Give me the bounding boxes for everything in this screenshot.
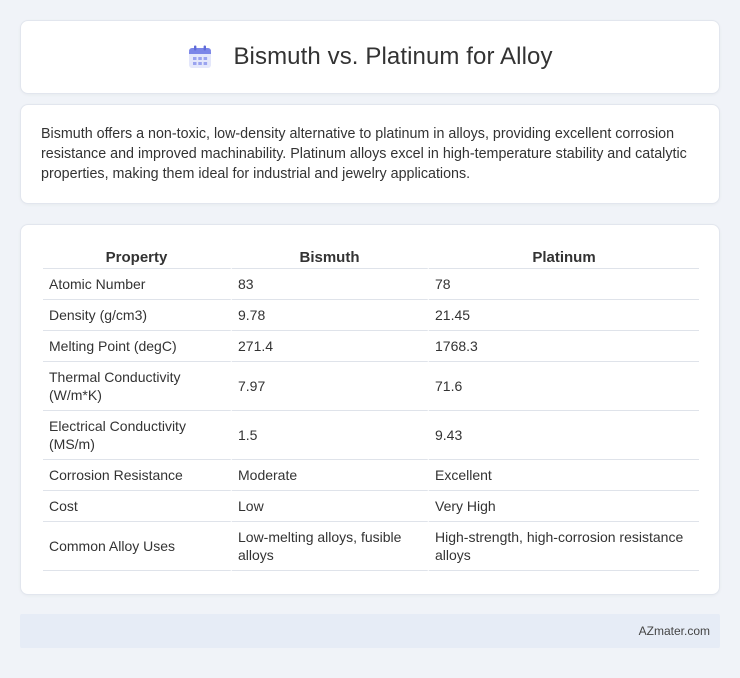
property-cell: Atomic Number — [43, 269, 232, 300]
summary-text: Bismuth offers a non-toxic, low-density … — [41, 126, 687, 182]
table-row: Atomic Number 83 78 — [43, 269, 699, 300]
table-row: Density (g/cm3) 9.78 21.45 — [43, 300, 699, 331]
table-header-row: Property Bismuth Platinum — [43, 245, 699, 269]
page-title: Bismuth vs. Platinum for Alloy — [233, 43, 553, 70]
property-cell: Common Alloy Uses — [43, 522, 232, 571]
property-cell: Corrosion Resistance — [43, 460, 232, 491]
property-cell: Electrical Conductivity (MS/m) — [43, 411, 232, 460]
summary-card: Bismuth offers a non-toxic, low-density … — [20, 104, 720, 204]
property-cell: Cost — [43, 491, 232, 522]
title-wrap: Bismuth vs. Platinum for Alloy — [187, 43, 552, 71]
bismuth-cell: 7.97 — [232, 362, 429, 411]
bismuth-cell: Low — [232, 491, 429, 522]
platinum-cell: 21.45 — [429, 300, 699, 331]
table-row: Electrical Conductivity (MS/m) 1.5 9.43 — [43, 411, 699, 460]
bismuth-cell: Moderate — [232, 460, 429, 491]
footer-site-link[interactable]: AZmater.com — [639, 624, 710, 638]
bismuth-cell: 9.78 — [232, 300, 429, 331]
bismuth-cell: 1.5 — [232, 411, 429, 460]
column-header-property: Property — [43, 245, 232, 269]
comparison-table-card: Property Bismuth Platinum Atomic Number … — [20, 224, 720, 595]
platinum-cell: 9.43 — [429, 411, 699, 460]
property-cell: Density (g/cm3) — [43, 300, 232, 331]
platinum-cell: 78 — [429, 269, 699, 300]
table-row: Melting Point (degC) 271.4 1768.3 — [43, 331, 699, 362]
property-cell: Thermal Conductivity (W/m*K) — [43, 362, 232, 411]
property-cell: Melting Point (degC) — [43, 331, 232, 362]
platinum-cell: 71.6 — [429, 362, 699, 411]
column-header-platinum: Platinum — [429, 245, 699, 269]
table-row: Common Alloy Uses Low-melting alloys, fu… — [43, 522, 699, 571]
calendar-icon — [187, 44, 213, 70]
platinum-cell: High-strength, high-corrosion resistance… — [429, 522, 699, 571]
footer-bar: AZmater.com — [20, 614, 720, 648]
bismuth-cell: 271.4 — [232, 331, 429, 362]
table-row: Thermal Conductivity (W/m*K) 7.97 71.6 — [43, 362, 699, 411]
comparison-table: Property Bismuth Platinum Atomic Number … — [43, 245, 699, 571]
platinum-cell: 1768.3 — [429, 331, 699, 362]
table-row: Corrosion Resistance Moderate Excellent — [43, 460, 699, 491]
platinum-cell: Very High — [429, 491, 699, 522]
table-row: Cost Low Very High — [43, 491, 699, 522]
bismuth-cell: Low-melting alloys, fusible alloys — [232, 522, 429, 571]
column-header-bismuth: Bismuth — [232, 245, 429, 269]
header-card: Bismuth vs. Platinum for Alloy — [20, 20, 720, 94]
bismuth-cell: 83 — [232, 269, 429, 300]
platinum-cell: Excellent — [429, 460, 699, 491]
